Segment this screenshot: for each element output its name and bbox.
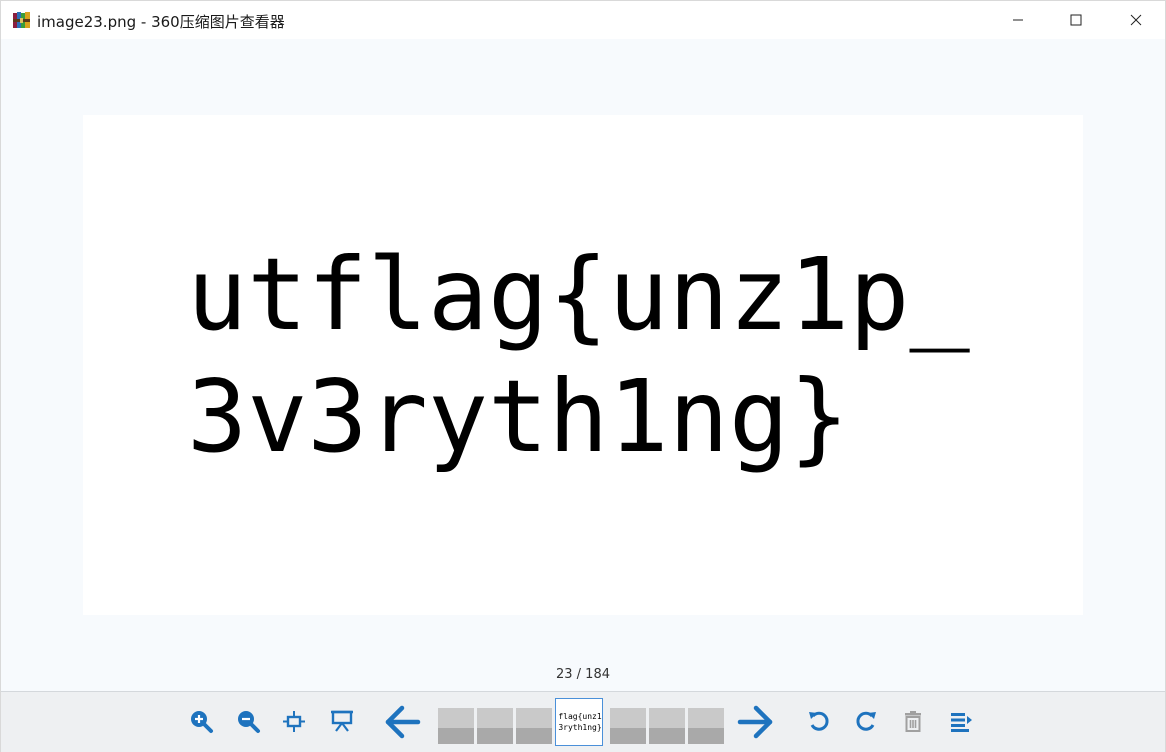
zoom-in-icon <box>191 711 213 733</box>
title-bar[interactable]: image23.png - 360压缩图片查看器 <box>1 1 1165 39</box>
image-viewport[interactable]: utflag{unz1p_ 3v3ryth1ng} 23 / 184 <box>1 39 1165 691</box>
thumbnail-text-line-1: flag{unz1 <box>558 712 602 721</box>
fit-window-button[interactable] <box>279 706 309 736</box>
thumbnail[interactable] <box>477 708 513 744</box>
slideshow-button[interactable] <box>327 706 357 736</box>
zoom-out-icon <box>238 711 260 733</box>
rotate-left-button[interactable] <box>804 706 834 736</box>
delete-button[interactable] <box>898 706 928 736</box>
delete-icon <box>905 711 921 732</box>
archive-books-icon <box>12 10 32 30</box>
menu-list-icon <box>951 713 972 732</box>
zoom-in-button[interactable] <box>186 706 216 736</box>
zoom-out-button[interactable] <box>233 706 263 736</box>
image-viewer-window: image23.png - 360压缩图片查看器 utflag{unz1p_ 3… <box>0 0 1166 752</box>
current-thumbnail[interactable]: flag{unz1 3ryth1ng} <box>555 698 603 746</box>
close-button[interactable] <box>1107 1 1165 39</box>
image-text-line-2: 3v3ryth1ng} <box>187 358 850 475</box>
maximize-icon <box>1070 14 1082 26</box>
displayed-image[interactable]: utflag{unz1p_ 3v3ryth1ng} <box>83 115 1083 615</box>
next-arrow-icon <box>737 705 773 739</box>
previous-arrow-icon <box>385 705 421 739</box>
rotate-right-icon <box>856 711 876 731</box>
maximize-button[interactable] <box>1047 1 1105 39</box>
window-title: image23.png - 360压缩图片查看器 <box>37 13 285 31</box>
next-image-button[interactable] <box>736 702 776 742</box>
thumbnail[interactable] <box>438 708 474 744</box>
rotate-left-icon <box>809 711 829 731</box>
more-options-button[interactable] <box>946 706 976 736</box>
thumbnail[interactable] <box>688 708 724 744</box>
slideshow-icon <box>331 710 353 732</box>
bottom-toolbar: flag{unz1 3ryth1ng} <box>1 691 1165 752</box>
rotate-right-button[interactable] <box>851 706 881 736</box>
thumbnail[interactable] <box>649 708 685 744</box>
thumbnail[interactable] <box>610 708 646 744</box>
close-icon <box>1130 14 1142 26</box>
thumbnail[interactable] <box>516 708 552 744</box>
minimize-icon <box>1013 19 1023 21</box>
thumbnail-text-line-2: 3ryth1ng} <box>558 723 602 732</box>
page-counter: 23 / 184 <box>556 667 610 682</box>
minimize-button[interactable] <box>989 1 1047 39</box>
previous-image-button[interactable] <box>382 702 422 742</box>
fit-window-icon <box>283 711 305 732</box>
image-text-line-1: utflag{unz1p_ <box>187 236 970 353</box>
